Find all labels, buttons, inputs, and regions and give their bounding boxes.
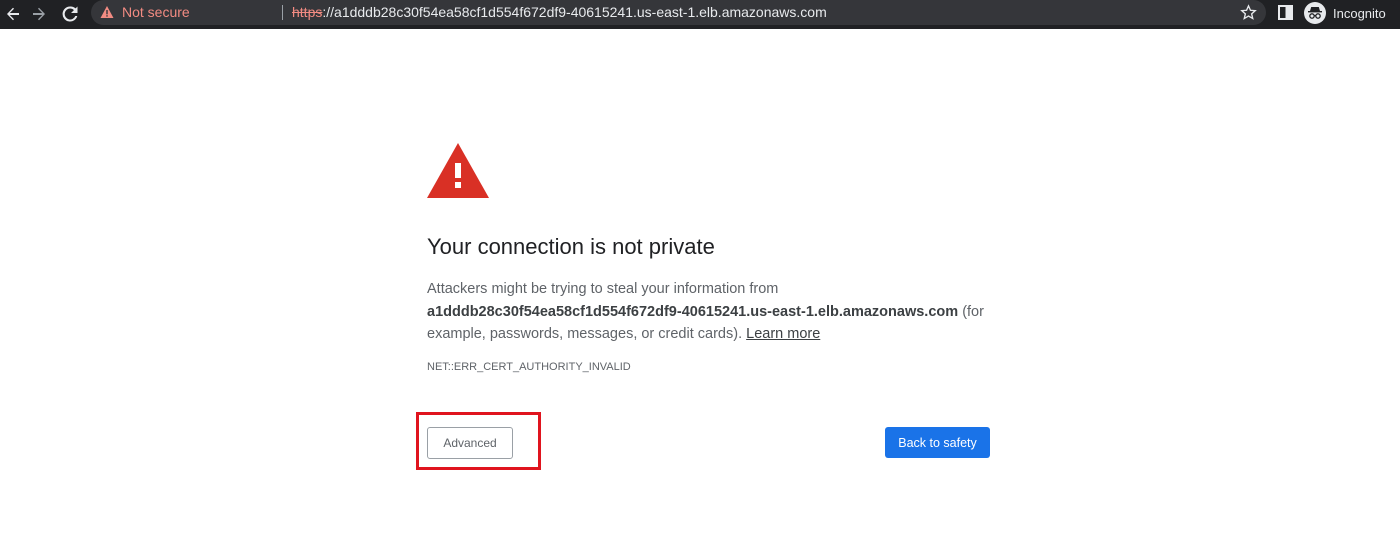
advanced-button[interactable]: Advanced <box>427 427 513 459</box>
security-status-label[interactable]: Not secure <box>122 4 190 20</box>
omnibox-divider <box>282 5 283 20</box>
back-icon <box>7 7 19 21</box>
warning-icon[interactable] <box>100 5 114 19</box>
forward-icon <box>33 7 45 21</box>
page-title: Your connection is not private <box>427 234 715 259</box>
forward-button[interactable] <box>28 3 50 25</box>
profile-label: Incognito <box>1333 5 1386 21</box>
back-to-safety-button[interactable]: Back to safety <box>885 427 990 458</box>
star-icon[interactable] <box>1240 4 1257 21</box>
site-hostname: a1dddb28c30f54ea58cf1d554f672df9-4061524… <box>427 303 959 320</box>
learn-more-link[interactable]: Learn more <box>746 326 820 342</box>
back-button[interactable] <box>2 3 24 25</box>
error-code: NET::ERR_CERT_AUTHORITY_INVALID <box>427 361 631 373</box>
browser-toolbar: Not secure https://a1dddb28c30f54ea58cf1… <box>0 0 1400 29</box>
error-explanation: Attackers might be trying to steal your … <box>427 278 990 346</box>
reload-icon <box>62 6 78 22</box>
incognito-profile-button[interactable]: Incognito <box>1304 2 1386 24</box>
explanation-prefix: Attackers might be trying to steal your … <box>427 281 779 297</box>
side-panel-icon[interactable] <box>1278 5 1293 20</box>
url-text[interactable]: https://a1dddb28c30f54ea58cf1d554f672df9… <box>292 4 827 20</box>
danger-triangle-icon <box>427 143 489 198</box>
reload-button[interactable] <box>59 3 81 25</box>
url-scheme: https <box>292 4 323 20</box>
incognito-icon <box>1304 2 1326 24</box>
url-host: ://a1dddb28c30f54ea58cf1d554f672df9-4061… <box>322 4 827 20</box>
address-bar[interactable]: Not secure https://a1dddb28c30f54ea58cf1… <box>91 0 1266 25</box>
